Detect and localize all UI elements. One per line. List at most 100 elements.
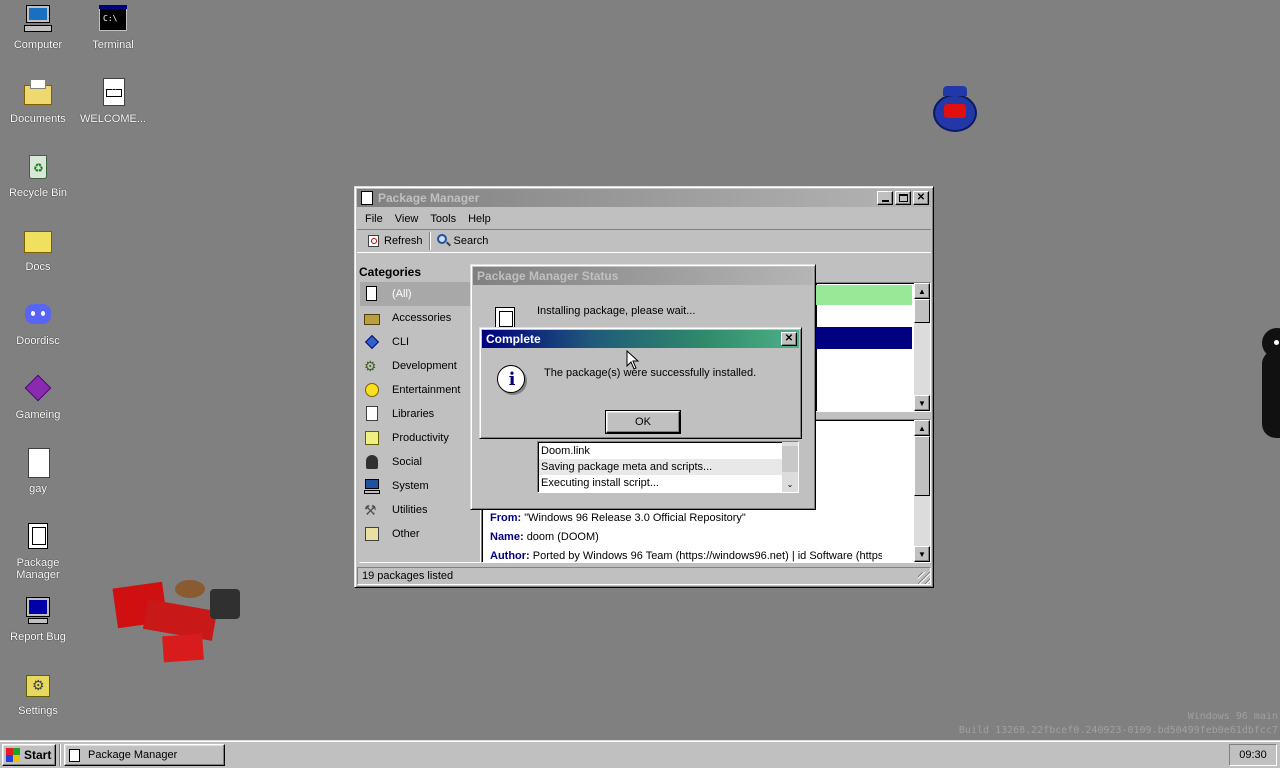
category-label: Development — [392, 360, 457, 372]
menu-tools[interactable]: Tools — [424, 213, 462, 225]
scroll-thumb[interactable] — [914, 299, 930, 323]
package-list[interactable]: ▲ ▼ — [815, 282, 931, 412]
install-log[interactable]: Doom.link Saving package meta and script… — [537, 441, 799, 493]
menu-bar: File View Tools Help — [355, 209, 933, 229]
menu-help[interactable]: Help — [462, 213, 497, 225]
search-button[interactable]: Search — [431, 231, 495, 251]
desktop-icon-documents[interactable]: Documents — [0, 77, 76, 125]
system-tray: 09:30 — [1229, 744, 1277, 766]
refresh-icon — [367, 234, 381, 248]
scroll-thumb[interactable] — [782, 446, 798, 472]
desktop-icon-label: Settings — [18, 705, 58, 717]
ok-button[interactable]: OK — [605, 410, 681, 434]
desktop-icon-doordisc[interactable]: Doordisc — [0, 299, 76, 347]
scroll-down-button[interactable]: ▼ — [914, 395, 930, 411]
complete-dialog-titlebar[interactable]: Complete ✕ — [482, 330, 799, 348]
category-label: (All) — [392, 288, 412, 300]
desktop-icon-welcome[interactable]: M WELCOME... — [75, 77, 151, 125]
info-scrollbar[interactable]: ▲ ▼ — [914, 420, 930, 562]
gears-icon: ⚙ — [364, 358, 377, 374]
desktop-icon-recycle-bin[interactable]: ♻ Recycle Bin — [0, 151, 76, 199]
desktop-icon-gay[interactable]: gay — [0, 447, 76, 495]
category-label: Accessories — [392, 312, 452, 324]
package-row-installed[interactable] — [816, 285, 912, 305]
category-libraries[interactable]: Libraries — [360, 402, 480, 426]
info-name: Name: doom (DOOM) — [490, 531, 599, 543]
info-from-value: "Windows 96 Release 3.0 Official Reposit… — [524, 512, 746, 524]
chevron-down-icon: ▼ — [918, 549, 926, 559]
ok-label: OK — [635, 416, 651, 428]
category-all[interactable]: (All) — [360, 282, 480, 306]
file-icon — [22, 447, 54, 479]
scroll-down-button[interactable]: ▼ — [914, 546, 930, 562]
category-development[interactable]: ⚙ Development — [360, 354, 480, 378]
maximize-button[interactable] — [895, 191, 911, 205]
desktop-icon-label: gay — [29, 483, 47, 495]
desktop-icon-label: Package Manager — [16, 557, 60, 581]
scroll-down-button[interactable]: ⌄ — [782, 476, 798, 492]
computer-icon — [22, 595, 54, 627]
package-list-scrollbar[interactable]: ▲ ▼ — [914, 283, 930, 411]
desktop-icon-terminal[interactable]: C:\ Terminal — [75, 3, 151, 51]
scroll-up-button[interactable]: ▲ — [914, 420, 930, 436]
log-row: Doom.link — [541, 445, 590, 457]
category-accessories[interactable]: Accessories — [360, 306, 480, 330]
category-label: Productivity — [392, 432, 449, 444]
package-icon — [364, 286, 380, 302]
desktop-icon-gameing[interactable]: Gameing — [0, 373, 76, 421]
category-productivity[interactable]: Productivity — [360, 426, 480, 450]
search-label: Search — [453, 235, 489, 247]
refresh-label: Refresh — [384, 235, 423, 247]
category-other[interactable]: Other — [360, 522, 480, 546]
desktop-icon-docs[interactable]: Docs — [0, 225, 76, 273]
scroll-thumb[interactable] — [914, 436, 930, 496]
close-button[interactable]: ✕ — [781, 332, 797, 346]
refresh-button[interactable]: Refresh — [361, 231, 429, 251]
info-icon: i — [496, 364, 528, 396]
people-icon — [364, 454, 380, 470]
minimize-button[interactable] — [877, 191, 893, 205]
desktop-icon-computer[interactable]: Computer — [0, 3, 76, 51]
desktop-icon-report-bug[interactable]: Report Bug — [0, 595, 76, 643]
menu-file[interactable]: File — [359, 213, 389, 225]
desktop-icon-label: Doordisc — [16, 335, 60, 347]
close-icon: ✕ — [916, 192, 926, 203]
complete-dialog: Complete ✕ i The package(s) were success… — [479, 327, 802, 439]
status-text: 19 packages listed — [362, 570, 454, 582]
status-dialog-titlebar[interactable]: Package Manager Status — [473, 267, 813, 285]
package-row-selected[interactable] — [816, 327, 912, 349]
log-row: Executing install script... — [541, 477, 659, 489]
penguin-sprite — [1262, 328, 1280, 438]
start-button[interactable]: Start — [2, 744, 56, 766]
category-system[interactable]: System — [360, 474, 480, 498]
document-icon — [364, 526, 380, 542]
chevron-down-icon: ▼ — [918, 398, 926, 408]
category-social[interactable]: Social — [360, 450, 480, 474]
close-button[interactable]: ✕ — [913, 191, 929, 205]
category-cli[interactable]: CLI — [360, 330, 480, 354]
menu-view[interactable]: View — [389, 213, 425, 225]
lego-plane-sprite — [112, 575, 245, 665]
markdown-file-icon: M — [97, 77, 129, 109]
clock[interactable]: 09:30 — [1239, 749, 1267, 761]
category-utilities[interactable]: ⚒ Utilities — [360, 498, 480, 522]
log-scrollbar[interactable]: ⌄ — [782, 442, 798, 492]
complete-message: The package(s) were successfully install… — [544, 367, 757, 379]
category-label: Utilities — [392, 504, 428, 516]
maximize-icon — [898, 194, 908, 202]
cube-icon — [22, 373, 54, 405]
category-entertainment[interactable]: Entertainment — [360, 378, 480, 402]
category-label: Entertainment — [392, 384, 461, 396]
lego-robot-sprite — [931, 86, 979, 134]
desktop-icon-package-manager[interactable]: Package Manager — [0, 521, 76, 581]
close-icon: ✕ — [784, 333, 794, 344]
scroll-up-button[interactable]: ▲ — [914, 283, 930, 299]
info-author: Author: Ported by Windows 96 Team (https… — [490, 550, 882, 562]
desktop-icon-label: WELCOME... — [79, 113, 146, 125]
desktop-icon-settings[interactable]: ⚙ Settings — [0, 669, 76, 717]
taskbar-item-package-manager[interactable]: Package Manager — [64, 744, 225, 766]
package-manager-titlebar[interactable]: Package Manager ✕ — [357, 189, 931, 207]
desktop-icon-label: Gameing — [15, 409, 61, 421]
briefcase-icon — [364, 310, 380, 326]
info-name-label: Name: — [490, 531, 524, 543]
